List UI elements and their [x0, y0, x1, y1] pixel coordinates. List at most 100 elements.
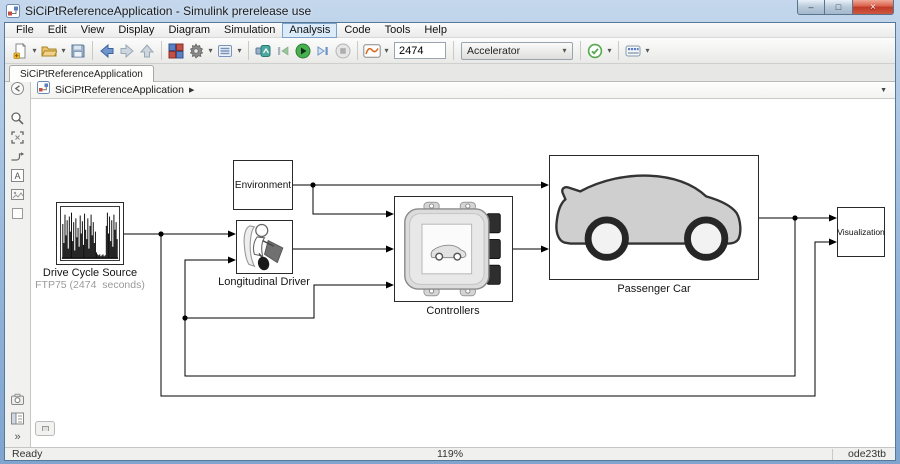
block-drive-cycle-source[interactable] [56, 202, 124, 265]
block-label-drive-cycle-source: Drive Cycle Source [35, 267, 145, 279]
circle-arrow-icon [10, 81, 25, 96]
square-shape-icon [10, 206, 25, 221]
close-button[interactable]: × [852, 0, 894, 15]
window-title: SiCiPtReferenceApplication - Simulink pr… [25, 4, 311, 18]
block-visualization[interactable]: Visualization [837, 207, 885, 257]
block-longitudinal-driver[interactable] [236, 220, 293, 274]
menu-analysis[interactable]: Analysis [282, 23, 337, 38]
model-browser-button[interactable] [9, 409, 27, 427]
block-passenger-car[interactable] [549, 155, 759, 280]
step-back-icon [275, 43, 291, 59]
route-arrow-icon [10, 149, 25, 164]
shape-annotation-button[interactable] [9, 204, 27, 222]
model-settings-button[interactable] [186, 41, 206, 61]
stop-button[interactable] [333, 41, 353, 61]
diagram-canvas[interactable]: Drive Cycle Source FTP75 (2474 seconds) … [31, 99, 895, 447]
list-icon [217, 43, 233, 59]
pane-control-button[interactable] [35, 421, 55, 436]
simulation-mode-caret: ▾ [560, 46, 569, 55]
screenshot-button[interactable] [9, 390, 27, 408]
fit-to-view-button[interactable] [9, 128, 27, 146]
fit-view-icon [10, 130, 25, 145]
data-inspector-button[interactable] [253, 41, 273, 61]
toolbar-separator [161, 41, 162, 60]
new-model-icon [12, 43, 28, 59]
breadcrumb-arrow-icon[interactable]: ▶ [189, 86, 194, 94]
model-tab[interactable]: SiCiPtReferenceApplication [9, 65, 154, 82]
palette-bar: A » [5, 99, 31, 447]
block-label-visualization: Visualization [838, 208, 884, 256]
breadcrumb-dropdown-button[interactable]: ▼ [880, 87, 887, 94]
toolbar: ▾ ▾ ▾ ▾ ▾ Accelerator [5, 38, 895, 64]
status-solver: ode23tb [848, 448, 886, 460]
block-label-passenger-car: Passenger Car [594, 283, 714, 295]
menu-code[interactable]: Code [337, 23, 377, 38]
model-settings-caret[interactable]: ▾ [206, 46, 215, 55]
block-label-environment: Environment [234, 161, 292, 209]
menu-edit[interactable]: Edit [41, 23, 74, 38]
ecu-icon [401, 201, 506, 297]
toolbar-separator [453, 41, 454, 60]
block-label-controllers: Controllers [398, 305, 508, 317]
menu-tools[interactable]: Tools [378, 23, 418, 38]
menu-file[interactable]: File [9, 23, 41, 38]
forward-button[interactable] [117, 41, 137, 61]
minimize-button[interactable]: – [797, 0, 825, 15]
check-circle-icon [587, 43, 603, 59]
new-model-button[interactable] [10, 41, 30, 61]
up-button[interactable] [137, 41, 157, 61]
magnifier-icon [10, 111, 25, 126]
block-label-longitudinal-driver: Longitudinal Driver [209, 276, 319, 288]
menu-bar: File Edit View Display Diagram Simulatio… [5, 23, 895, 38]
signal-routing-button[interactable] [9, 147, 27, 165]
maximize-button[interactable]: □ [825, 0, 852, 15]
address-row: SiCiPtReferenceApplication ▶ ▼ [5, 82, 895, 99]
environment-list-caret[interactable]: ▾ [235, 46, 244, 55]
update-diagram-button[interactable] [585, 41, 605, 61]
library-browser-button[interactable] [166, 41, 186, 61]
menu-diagram[interactable]: Diagram [161, 23, 217, 38]
expand-palette-button[interactable]: » [9, 428, 27, 446]
annotation-button[interactable]: A [9, 166, 27, 184]
build-caret[interactable]: ▾ [643, 46, 652, 55]
open-button[interactable] [39, 41, 59, 61]
client-area: File Edit View Display Diagram Simulatio… [4, 22, 896, 461]
breadcrumb-model-icon [37, 81, 50, 99]
save-button[interactable] [68, 41, 88, 61]
menu-help[interactable]: Help [417, 23, 454, 38]
build-button[interactable] [623, 41, 643, 61]
up-arrow-icon [139, 43, 155, 59]
menu-display[interactable]: Display [111, 23, 161, 38]
block-controllers[interactable] [394, 196, 513, 302]
open-folder-icon [41, 43, 57, 59]
image-icon [10, 187, 25, 202]
window-controls: – □ × [797, 0, 894, 15]
image-annotation-button[interactable] [9, 185, 27, 203]
new-model-caret[interactable]: ▾ [30, 46, 39, 55]
back-button[interactable] [97, 41, 117, 61]
open-caret[interactable]: ▾ [59, 46, 68, 55]
breadcrumb-model-name[interactable]: SiCiPtReferenceApplication [55, 84, 184, 96]
zoom-button[interactable] [9, 109, 27, 127]
update-diagram-caret[interactable]: ▾ [605, 46, 614, 55]
step-back-button[interactable] [273, 41, 293, 61]
menu-view[interactable]: View [74, 23, 112, 38]
simulation-stop-time-input[interactable] [394, 42, 446, 59]
back-arrow-icon [99, 43, 115, 59]
car-icon [550, 156, 758, 279]
toolbar-separator [92, 41, 93, 60]
simulink-model-icon [6, 4, 20, 18]
block-sublabel-drive-cycle-source: FTP75 (2474 seconds) [31, 279, 149, 291]
simulation-mode-select[interactable]: Accelerator ▾ [461, 42, 573, 60]
run-button[interactable] [293, 41, 313, 61]
toolbar-separator [248, 41, 249, 60]
step-forward-button[interactable] [313, 41, 333, 61]
scope-button[interactable] [362, 41, 382, 61]
environment-list-button[interactable] [215, 41, 235, 61]
step-forward-icon [315, 43, 331, 59]
menu-simulation[interactable]: Simulation [217, 23, 282, 38]
hide-explorer-bar-button[interactable] [10, 81, 25, 101]
block-environment[interactable]: Environment [233, 160, 293, 210]
run-icon [295, 43, 311, 59]
scope-caret[interactable]: ▾ [382, 46, 391, 55]
